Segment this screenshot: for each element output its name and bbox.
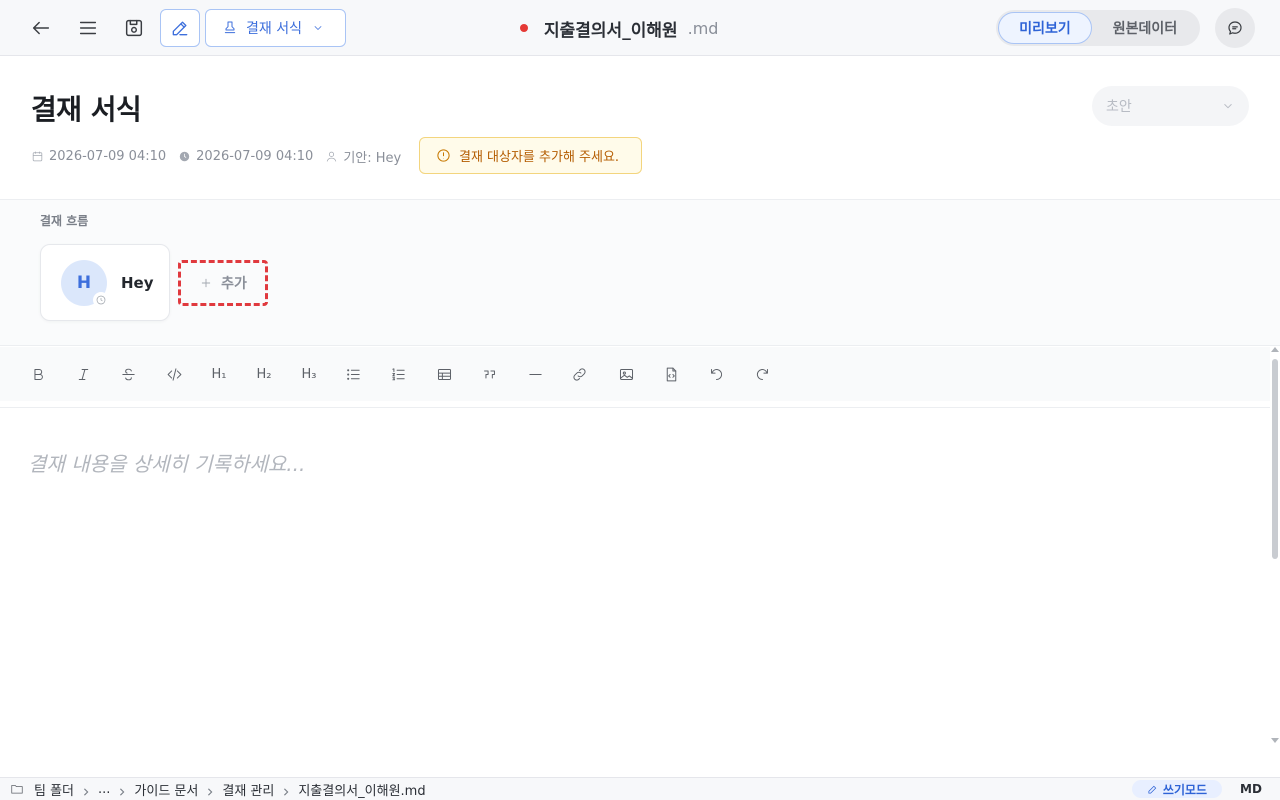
crumb-ellipsis[interactable]: ... <box>98 782 110 797</box>
back-arrow-icon[interactable] <box>23 10 59 46</box>
preview-tab[interactable]: 미리보기 <box>998 12 1092 44</box>
raw-data-tab[interactable]: 원본데이터 <box>1092 12 1198 44</box>
status-select[interactable]: 초안 <box>1092 86 1249 126</box>
approval-flow: 결재 흐름 H Hey 추가 <box>0 200 1280 346</box>
chevron-right-icon <box>118 785 126 796</box>
status-value: 초안 <box>1106 99 1132 115</box>
format-label: MD <box>1240 782 1262 796</box>
template-label: 결재 서식 <box>246 21 302 37</box>
table-icon <box>437 368 451 380</box>
undo-button[interactable] <box>704 362 728 386</box>
italic-button[interactable] <box>71 362 95 386</box>
pencil-icon <box>172 21 188 36</box>
bold-icon <box>33 368 43 380</box>
modified-date: 2026-07-09 04:10 <box>178 149 313 164</box>
comments-button[interactable] <box>1215 8 1255 48</box>
table-button[interactable] <box>432 362 456 386</box>
quote-icon <box>483 369 495 379</box>
strikethrough-icon <box>121 368 135 380</box>
crumb-current-file: 지출결의서_이해원.md <box>298 783 426 799</box>
bullet-list-button[interactable] <box>341 362 365 386</box>
avatar: H <box>61 259 109 308</box>
doc-name: 지출결의서_이해원 <box>544 20 678 41</box>
chevron-right-icon <box>282 785 290 796</box>
user-icon <box>327 151 337 161</box>
editor-toolbar: H₁ H₂ H₃ <box>0 347 1270 401</box>
code-file-icon <box>666 367 676 381</box>
approver-name: Hey <box>121 273 154 292</box>
redo-icon <box>756 368 768 380</box>
top-bar: 결재 서식 지출결의서_이해원 .md 미리보기 원본데이터 <box>0 0 1280 56</box>
quote-button[interactable] <box>477 362 501 386</box>
scroll-up-arrow[interactable] <box>1271 347 1279 352</box>
add-approver-button[interactable]: 추가 <box>178 260 268 306</box>
clock-icon <box>179 151 190 161</box>
menu-icon[interactable] <box>70 10 106 46</box>
link-icon <box>572 367 586 381</box>
template-dropdown[interactable]: 결재 서식 <box>205 9 346 47</box>
heading1-button[interactable]: H₁ <box>207 362 231 386</box>
horizontal-rule-icon <box>528 373 542 375</box>
view-toggle: 미리보기 원본데이터 <box>996 10 1200 46</box>
code-icon <box>167 367 181 381</box>
chevron-down-icon <box>314 26 322 30</box>
pencil-icon <box>1148 785 1157 794</box>
editor-scrollbar[interactable] <box>1270 347 1280 743</box>
alert-circle-icon <box>437 149 450 162</box>
edit-button[interactable] <box>160 9 200 47</box>
code-file-button[interactable] <box>659 362 683 386</box>
document-title: 지출결의서_이해원 .md <box>520 16 719 41</box>
chat-icon <box>1228 21 1242 35</box>
redo-button[interactable] <box>750 362 774 386</box>
warning-text: 결재 대상자를 추가해 주세요. <box>459 150 620 165</box>
image-button[interactable] <box>614 362 638 386</box>
doc-extension: .md <box>687 18 719 38</box>
calendar-icon <box>32 151 43 161</box>
meta-row: 2026-07-09 04:10 2026-07-09 04:10 기안: He… <box>31 146 413 166</box>
stamp-icon <box>224 21 236 34</box>
chevron-right-icon <box>206 785 214 796</box>
undo-icon <box>710 368 722 380</box>
warning-badge: 결재 대상자를 추가해 주세요. <box>419 137 642 174</box>
ordered-list-button[interactable] <box>386 362 410 386</box>
divider <box>0 407 1270 408</box>
link-button[interactable] <box>567 362 591 386</box>
ordered-list-icon <box>391 367 405 380</box>
italic-icon <box>78 368 88 380</box>
pending-clock-icon <box>93 291 109 308</box>
image-icon <box>619 368 633 380</box>
drafter: 기안: Hey <box>325 147 401 166</box>
breadcrumb: 팀 폴더 ... 가이드 문서 결재 관리 지출결의서_이해원.md <box>0 780 426 799</box>
approver-card[interactable]: H Hey <box>40 244 170 321</box>
save-icon[interactable] <box>116 10 152 46</box>
editor-placeholder[interactable]: 결재 내용을 상세히 기록하세요... <box>28 448 305 477</box>
heading2-button[interactable]: H₂ <box>252 362 276 386</box>
write-mode-badge[interactable]: 쓰기모드 <box>1132 780 1222 798</box>
bold-button[interactable] <box>26 362 50 386</box>
chevron-down-icon <box>1224 103 1232 109</box>
heading3-button[interactable]: H₃ <box>297 362 321 386</box>
horizontal-rule-button[interactable] <box>523 362 547 386</box>
plus-icon <box>202 278 211 288</box>
flow-label: 결재 흐름 <box>40 214 89 228</box>
page-title: 결재 서식 <box>31 93 142 126</box>
scroll-down-arrow[interactable] <box>1271 738 1279 743</box>
unsaved-indicator <box>520 24 528 32</box>
bullet-list-icon <box>346 368 360 380</box>
crumb-guide-docs[interactable]: 가이드 문서 <box>134 780 198 799</box>
folder-icon <box>11 785 23 794</box>
code-button[interactable] <box>162 362 186 386</box>
crumb-approval-mgmt[interactable]: 결재 관리 <box>222 780 274 799</box>
scroll-thumb[interactable] <box>1272 359 1278 559</box>
strikethrough-button[interactable] <box>116 362 140 386</box>
crumb-team-folder[interactable]: 팀 폴더 <box>34 780 74 799</box>
chevron-right-icon <box>82 785 90 796</box>
status-bar: 팀 폴더 ... 가이드 문서 결재 관리 지출결의서_이해원.md 쓰기모드 … <box>0 777 1280 800</box>
created-date: 2026-07-09 04:10 <box>31 149 166 164</box>
